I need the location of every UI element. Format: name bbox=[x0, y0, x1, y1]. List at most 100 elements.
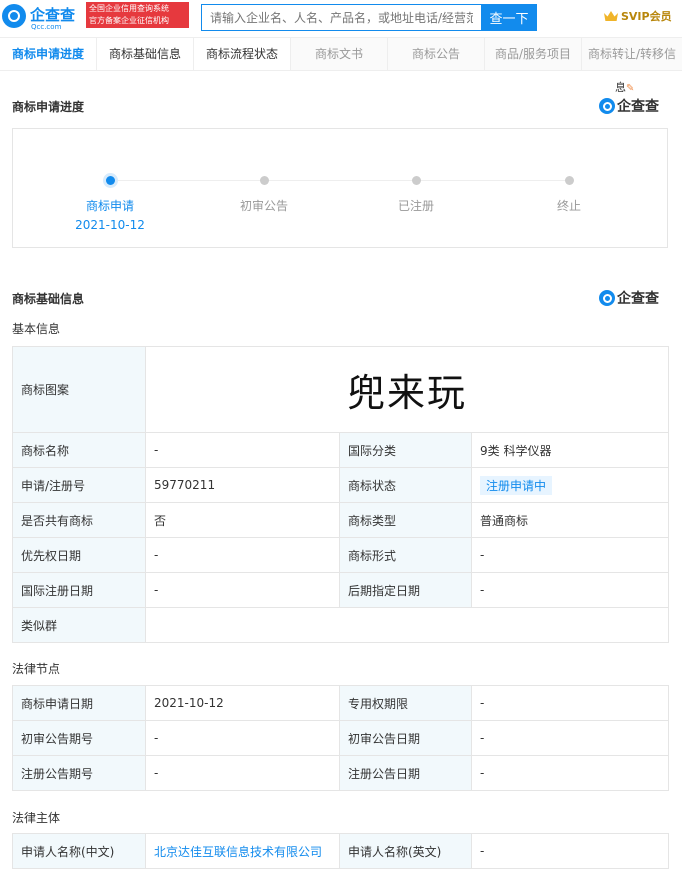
step-label: 已注册 bbox=[397, 199, 434, 213]
edit-icon: ✎ bbox=[626, 83, 635, 94]
table-value: - bbox=[471, 720, 669, 756]
table-value: 59770211 bbox=[145, 467, 340, 503]
table-row: 优先权日期 - 商标形式 - bbox=[12, 537, 669, 573]
table-key: 初审公告日期 bbox=[339, 720, 472, 756]
progress-track bbox=[109, 180, 568, 181]
table-key: 后期指定日期 bbox=[339, 572, 472, 608]
step-dot bbox=[564, 176, 574, 185]
table-key: 国际注册日期 bbox=[12, 572, 146, 608]
step-preliminary-announcement: 初审公告 bbox=[214, 176, 314, 214]
tab-transfer[interactable]: 商标转让/转移信 bbox=[582, 38, 682, 70]
table-key: 初审公告期号 bbox=[12, 720, 146, 756]
step-label: 初审公告 bbox=[239, 199, 288, 213]
trademark-image[interactable]: 兜来玩 bbox=[145, 346, 669, 433]
qcc-brand-icon bbox=[599, 290, 615, 306]
qcc-brand-mark: 企查查 bbox=[599, 96, 659, 116]
table-value: - bbox=[471, 833, 669, 869]
table-key: 国际分类 bbox=[339, 432, 472, 468]
legal-nodes-table: 商标申请日期 2021-10-12 专用权期限 - 初审公告期号 - 初审公告日… bbox=[12, 685, 669, 791]
crown-icon bbox=[604, 11, 618, 21]
table-value: - bbox=[145, 432, 340, 468]
qcc-logo[interactable]: 企查查 Qcc.com bbox=[0, 2, 84, 32]
search-button[interactable]: 查一下 bbox=[481, 4, 537, 31]
table-key: 商标形式 bbox=[339, 537, 472, 573]
applicant-link[interactable]: 北京达佳互联信息技术有限公司 bbox=[145, 833, 340, 869]
step-label: 终止 bbox=[556, 199, 581, 213]
table-value: - bbox=[471, 537, 669, 573]
table-row: 类似群 bbox=[12, 607, 669, 643]
step-label: 商标申请 bbox=[85, 199, 134, 213]
tab-documents[interactable]: 商标文书 bbox=[291, 38, 388, 70]
logo-name: 企查查 bbox=[30, 6, 76, 24]
step-dot bbox=[259, 176, 269, 185]
qcc-brand-icon bbox=[599, 98, 615, 114]
table-key: 类似群 bbox=[12, 607, 146, 643]
legal-subtitle: 法律节点 bbox=[12, 662, 61, 676]
table-key: 商标类型 bbox=[339, 502, 472, 538]
table-value: 9类 科学仪器 bbox=[471, 432, 669, 468]
svip-member-link[interactable]: SVIP会员 bbox=[604, 8, 672, 24]
table-key: 注册公告期号 bbox=[12, 755, 146, 791]
certification-badge: 全国企业信用查询系统 官方备案企业征信机构 bbox=[86, 2, 189, 28]
applicant-name[interactable]: 北京达佳互联信息技术有限公司 bbox=[154, 845, 322, 859]
progress-section-title: 商标申请进度 bbox=[12, 100, 85, 114]
search-input[interactable] bbox=[201, 4, 481, 31]
table-row: 注册公告期号 - 注册公告日期 - bbox=[12, 755, 669, 791]
table-value: 否 bbox=[145, 502, 340, 538]
table-row: 商标申请日期 2021-10-12 专用权期限 - bbox=[12, 685, 669, 721]
qcc-logo-icon bbox=[2, 4, 26, 28]
table-row: 国际注册日期 - 后期指定日期 - bbox=[12, 572, 669, 608]
table-row: 申请人名称(中文) 北京达佳互联信息技术有限公司 申请人名称(英文) - bbox=[12, 833, 669, 869]
step-dot bbox=[105, 176, 115, 185]
table-key: 商标图案 bbox=[12, 346, 146, 433]
table-value: - bbox=[471, 685, 669, 721]
table-row: 初审公告期号 - 初审公告日期 - bbox=[12, 720, 669, 756]
step-date: 2021-10-12 bbox=[75, 218, 145, 232]
table-row: 商标图案 兜来玩 bbox=[12, 346, 669, 433]
table-value: 普通商标 bbox=[471, 502, 669, 538]
table-key: 优先权日期 bbox=[12, 537, 146, 573]
cert-line-1: 全国企业信用查询系统 bbox=[89, 4, 169, 13]
svip-label: SVIP会员 bbox=[621, 10, 672, 23]
trademark-tabs: 商标申请进度 商标基础信息 商标流程状态 商标文书 商标公告 商品/服务项目 商… bbox=[0, 37, 682, 71]
table-key: 申请人名称(中文) bbox=[12, 833, 146, 869]
basic-info-table: 商标图案 兜来玩 商标名称 - 国际分类 9类 科学仪器 申请/注册号 5977… bbox=[12, 346, 669, 643]
legal-subject-table: 申请人名称(中文) 北京达佳互联信息技术有限公司 申请人名称(英文) - bbox=[12, 833, 669, 869]
step-dot bbox=[411, 176, 421, 185]
step-registered: 已注册 bbox=[366, 176, 466, 214]
logo-domain: Qcc.com bbox=[31, 23, 62, 31]
table-key: 是否共有商标 bbox=[12, 502, 146, 538]
subject-subtitle: 法律主体 bbox=[12, 811, 61, 825]
table-value: - bbox=[145, 720, 340, 756]
qcc-brand-mark: 企查查 bbox=[599, 288, 659, 308]
tab-process-status[interactable]: 商标流程状态 bbox=[194, 38, 291, 70]
brand-name: 企查查 bbox=[617, 291, 659, 307]
feedback-link[interactable]: 息✎ bbox=[615, 79, 634, 95]
table-value: - bbox=[145, 537, 340, 573]
table-value: - bbox=[471, 572, 669, 608]
brand-name: 企查查 bbox=[617, 99, 659, 115]
table-value: - bbox=[471, 755, 669, 791]
table-key: 申请人名称(英文) bbox=[339, 833, 472, 869]
tab-goods-services[interactable]: 商品/服务项目 bbox=[485, 38, 582, 70]
table-row: 申请/注册号 59770211 商标状态 注册申请中 bbox=[12, 467, 669, 503]
tab-basic-info[interactable]: 商标基础信息 bbox=[97, 38, 194, 70]
table-value: 注册申请中 bbox=[471, 467, 669, 503]
feedback-label: 息 bbox=[615, 81, 626, 94]
top-header: 企查查 Qcc.com 全国企业信用查询系统 官方备案企业征信机构 查一下 SV… bbox=[0, 0, 682, 36]
table-key: 商标申请日期 bbox=[12, 685, 146, 721]
table-key: 申请/注册号 bbox=[12, 467, 146, 503]
table-row: 商标名称 - 国际分类 9类 科学仪器 bbox=[12, 432, 669, 468]
basic-subtitle: 基本信息 bbox=[12, 322, 61, 336]
table-row: 是否共有商标 否 商标类型 普通商标 bbox=[12, 502, 669, 538]
table-value: - bbox=[145, 572, 340, 608]
table-value: 2021-10-12 bbox=[145, 685, 340, 721]
step-terminated: 终止 bbox=[519, 176, 619, 214]
table-key: 注册公告日期 bbox=[339, 755, 472, 791]
status-badge: 注册申请中 bbox=[480, 475, 553, 495]
table-value: - bbox=[145, 755, 340, 791]
table-key: 商标名称 bbox=[12, 432, 146, 468]
tab-announcements[interactable]: 商标公告 bbox=[388, 38, 485, 70]
tab-application-progress[interactable]: 商标申请进度 bbox=[0, 38, 97, 70]
basic-section-title: 商标基础信息 bbox=[12, 292, 85, 306]
